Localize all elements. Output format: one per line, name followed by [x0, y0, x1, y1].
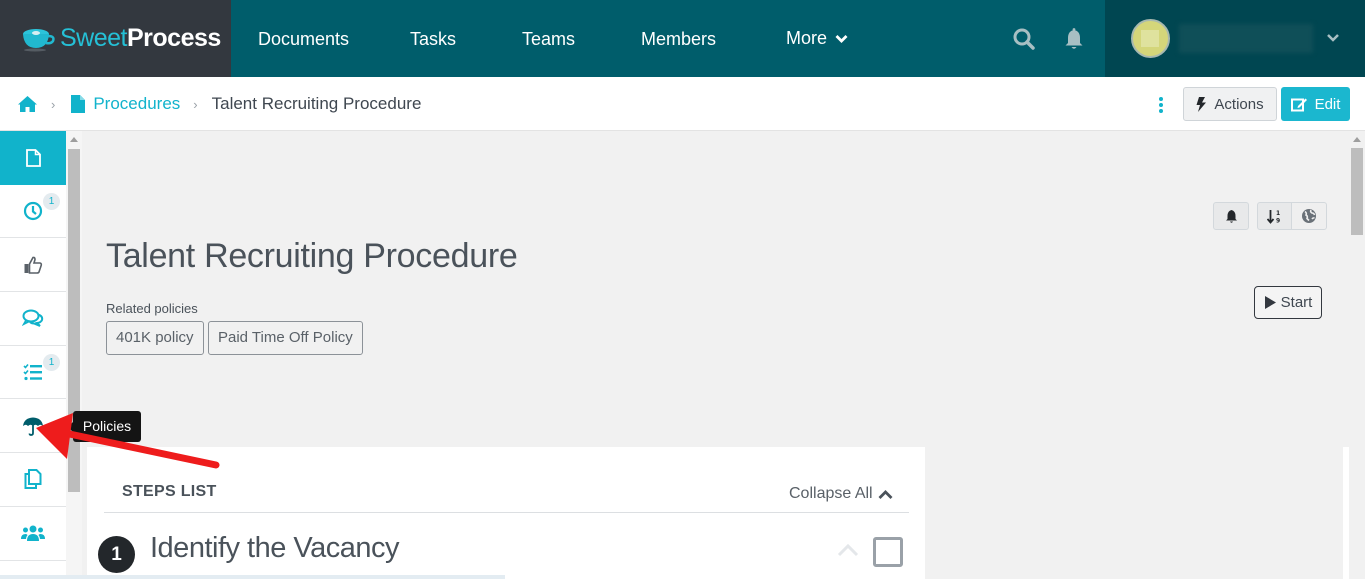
document-icon — [25, 148, 41, 167]
breadcrumb-separator: › — [193, 96, 198, 112]
logo-text-process: Process — [126, 24, 221, 52]
related-policies-label: Related policies — [106, 301, 198, 316]
bolt-icon — [1196, 96, 1207, 112]
bell-icon — [1225, 209, 1237, 223]
page-title: Talent Recruiting Procedure — [106, 237, 518, 275]
comments-icon — [22, 309, 44, 327]
checklist-icon — [23, 364, 42, 381]
policies-tooltip: Policies — [68, 411, 141, 442]
main-content: Talent Recruiting Procedure Related poli… — [82, 131, 1347, 579]
tasks-badge: 1 — [43, 353, 60, 371]
thumbs-up-icon — [24, 256, 43, 274]
scroll-up-arrow[interactable] — [70, 137, 78, 142]
breadcrumb: › Procedures › Talent Recruiting Procedu… — [17, 77, 421, 131]
step-title[interactable]: Identify the Vacancy — [150, 532, 400, 565]
start-label: Start — [1280, 294, 1313, 311]
policy-tag-pto[interactable]: Paid Time Off Policy — [208, 321, 363, 355]
more-vertical-icon[interactable] — [1154, 96, 1168, 114]
chevron-up-icon[interactable] — [837, 543, 859, 557]
start-button[interactable]: Start — [1254, 286, 1322, 319]
actions-label: Actions — [1214, 95, 1264, 113]
actions-button[interactable]: Actions — [1183, 87, 1277, 121]
sort-numeric-icon: 19 — [1266, 209, 1280, 224]
top-navbar: SweetProcess Documents Tasks Teams Membe… — [0, 0, 1365, 77]
avatar[interactable] — [1131, 19, 1170, 58]
sidebar-item-copies[interactable] — [0, 453, 66, 507]
scrollbar-thumb[interactable] — [1351, 148, 1363, 235]
clock-icon — [23, 201, 43, 221]
nav-tasks[interactable]: Tasks — [410, 0, 456, 77]
sidebar-item-tasks[interactable]: 1 — [0, 346, 66, 400]
nav-members[interactable]: Members — [641, 0, 716, 77]
logo-text-sweet: Sweet — [60, 24, 127, 52]
sidebar-item-document[interactable] — [0, 131, 66, 185]
sidebar-item-comments[interactable] — [0, 292, 66, 346]
svg-text:9: 9 — [1276, 217, 1280, 224]
sidebar-item-teams[interactable] — [0, 507, 66, 561]
chevron-up-icon — [878, 489, 893, 499]
main-scrollbar[interactable] — [1349, 131, 1365, 579]
home-icon[interactable] — [17, 95, 38, 113]
breadcrumb-bar: › Procedures › Talent Recruiting Procedu… — [0, 77, 1365, 131]
logo-text: SweetProcess — [60, 24, 221, 53]
chevron-down-icon[interactable] — [1325, 30, 1341, 46]
policy-tag-401k[interactable]: 401K policy — [106, 321, 204, 355]
nav-more[interactable]: More — [786, 0, 848, 77]
copy-icon — [24, 469, 42, 490]
svg-text:1: 1 — [1276, 210, 1280, 217]
nav-teams[interactable]: Teams — [522, 0, 575, 77]
bell-icon[interactable] — [1062, 27, 1086, 51]
sidebar-scrollbar[interactable] — [66, 131, 82, 579]
umbrella-icon — [23, 417, 43, 436]
sidebar-item-history[interactable]: 1 — [0, 185, 66, 239]
steps-list-panel: STEPS LIST Collapse All 1 Identify the V… — [87, 447, 925, 579]
step-number: 1 — [98, 536, 135, 573]
user-menu[interactable] — [1105, 0, 1365, 77]
scroll-up-arrow[interactable] — [1353, 137, 1361, 142]
nav-documents[interactable]: Documents — [258, 0, 349, 77]
breadcrumb-separator: › — [51, 96, 56, 112]
coffee-cup-icon — [23, 28, 55, 51]
play-icon — [1264, 296, 1276, 309]
collapse-all-label: Collapse All — [789, 485, 873, 502]
language-button[interactable] — [1291, 202, 1327, 230]
edit-button[interactable]: Edit — [1281, 87, 1350, 121]
divider — [104, 512, 909, 513]
sort-steps-button[interactable]: 19 — [1257, 202, 1292, 230]
user-name-redacted — [1179, 24, 1313, 53]
file-icon — [71, 95, 86, 113]
steps-list-title: STEPS LIST — [122, 483, 217, 500]
edit-label: Edit — [1314, 95, 1341, 113]
chevron-down-icon — [835, 34, 848, 43]
sidebar: 1 1 — [0, 131, 66, 579]
step-complete-checkbox[interactable] — [873, 537, 903, 567]
logo[interactable]: SweetProcess — [0, 0, 231, 77]
notify-button[interactable] — [1213, 202, 1249, 230]
collapse-all-button[interactable]: Collapse All — [789, 485, 893, 503]
history-badge: 1 — [43, 192, 60, 210]
breadcrumb-procedures[interactable]: Procedures — [93, 94, 180, 114]
sidebar-item-approvals[interactable] — [0, 238, 66, 293]
search-icon[interactable] — [1012, 27, 1036, 51]
breadcrumb-current: Talent Recruiting Procedure — [211, 94, 422, 113]
nav-more-label: More — [786, 28, 828, 48]
sidebar-item-policies[interactable] — [0, 399, 66, 454]
users-icon — [21, 525, 45, 542]
globe-icon — [1302, 209, 1316, 223]
edit-icon — [1290, 98, 1307, 111]
step-content-edge — [0, 575, 505, 579]
